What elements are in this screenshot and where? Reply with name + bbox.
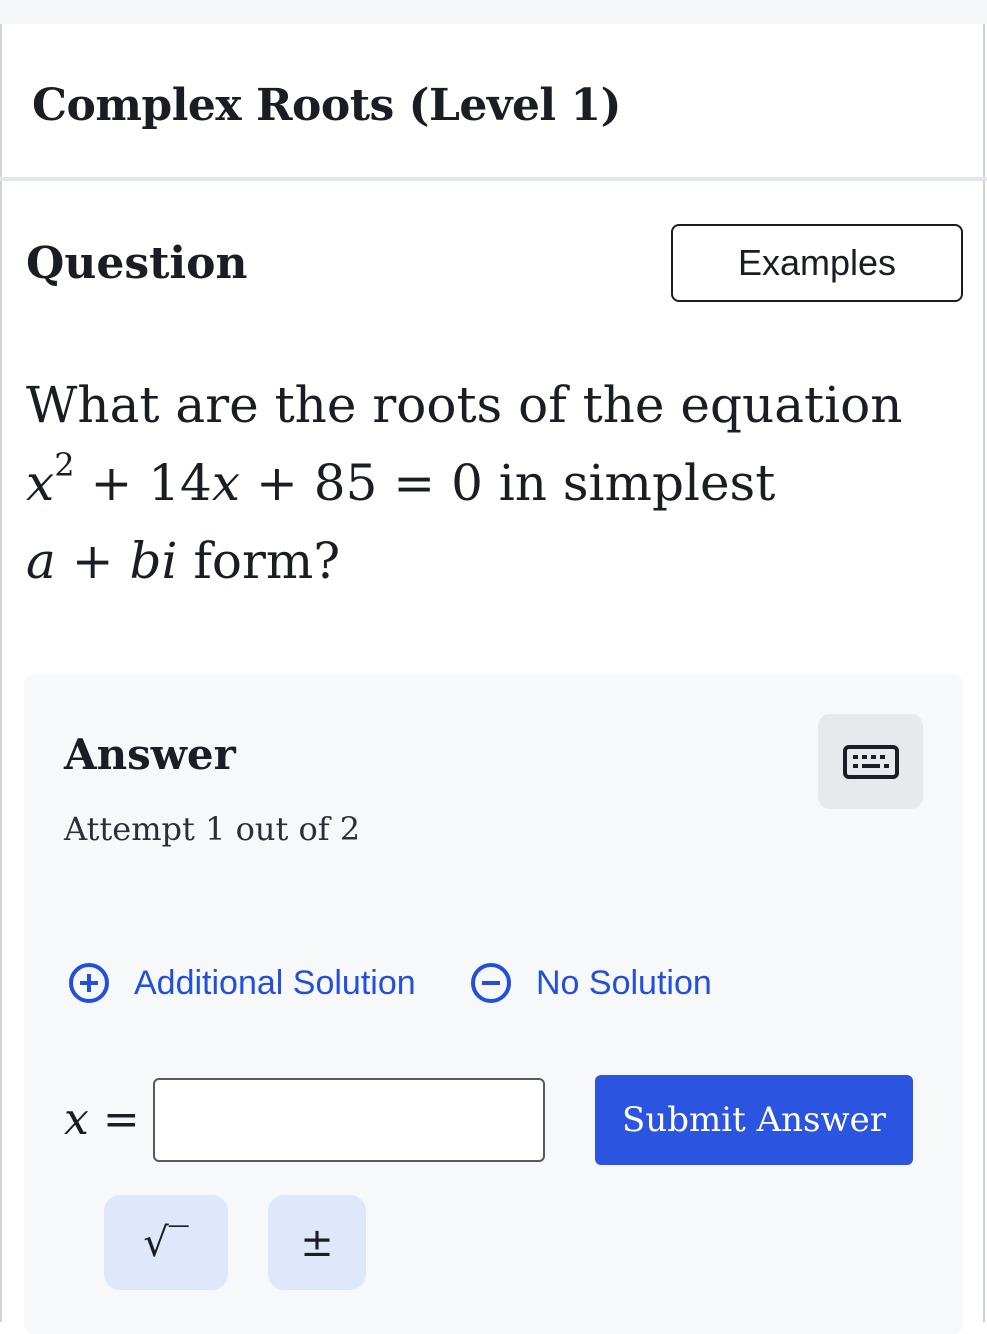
equation: x2 + 14x + 85 = 0 [26, 449, 483, 512]
question-text: What are the roots of the equation x2 + … [26, 366, 926, 600]
answer-variable: x [64, 1094, 89, 1145]
attempt-counter: Attempt 1 out of 2 [64, 810, 361, 848]
answer-input[interactable] [153, 1078, 545, 1162]
form-b: b [129, 532, 162, 590]
answer-equals: = [88, 1094, 140, 1145]
complex-form: a + bi [26, 532, 178, 590]
question-middle: in simplest [498, 454, 776, 512]
form-i: i [161, 532, 178, 590]
question-end: form? [193, 532, 341, 590]
equation-exponent: 2 [54, 446, 75, 484]
no-solution-button[interactable]: No Solution [470, 962, 712, 1004]
answer-heading: Answer [64, 730, 236, 779]
question-heading: Question [26, 238, 248, 289]
plus-minus-symbol: ± [300, 1219, 334, 1266]
equation-constant-term: + 85 = 0 [240, 454, 483, 512]
question-intro: What are the roots of the equation [26, 376, 903, 434]
plus-minus-button[interactable]: ± [268, 1195, 366, 1290]
page-title: Complex Roots (Level 1) [32, 80, 621, 131]
additional-solution-button[interactable]: Additional Solution [68, 962, 416, 1004]
equation-variable: x [26, 454, 55, 512]
submit-answer-button[interactable]: Submit Answer [595, 1075, 913, 1165]
form-a: a [26, 532, 56, 590]
answer-input-label: x = [64, 1094, 140, 1145]
keyboard-icon [842, 744, 899, 779]
minus-circle-icon [471, 963, 511, 1003]
equation-variable-2: x [211, 454, 241, 512]
form-plus: + [55, 532, 130, 590]
top-band [0, 0, 987, 24]
answer-panel: Answer Attempt 1 out of 2 Additional Sol… [24, 674, 963, 1334]
plus-circle-icon [69, 963, 109, 1003]
equation-linear-term: + 14 [74, 454, 212, 512]
keyboard-toggle-button[interactable] [818, 714, 923, 809]
header-divider [0, 177, 987, 181]
square-root-button[interactable]: √‾ [104, 1195, 228, 1290]
examples-button[interactable]: Examples [671, 224, 963, 302]
additional-solution-label: Additional Solution [134, 963, 416, 1002]
no-solution-label: No Solution [536, 963, 712, 1002]
square-root-symbol: √‾ [143, 1219, 189, 1266]
